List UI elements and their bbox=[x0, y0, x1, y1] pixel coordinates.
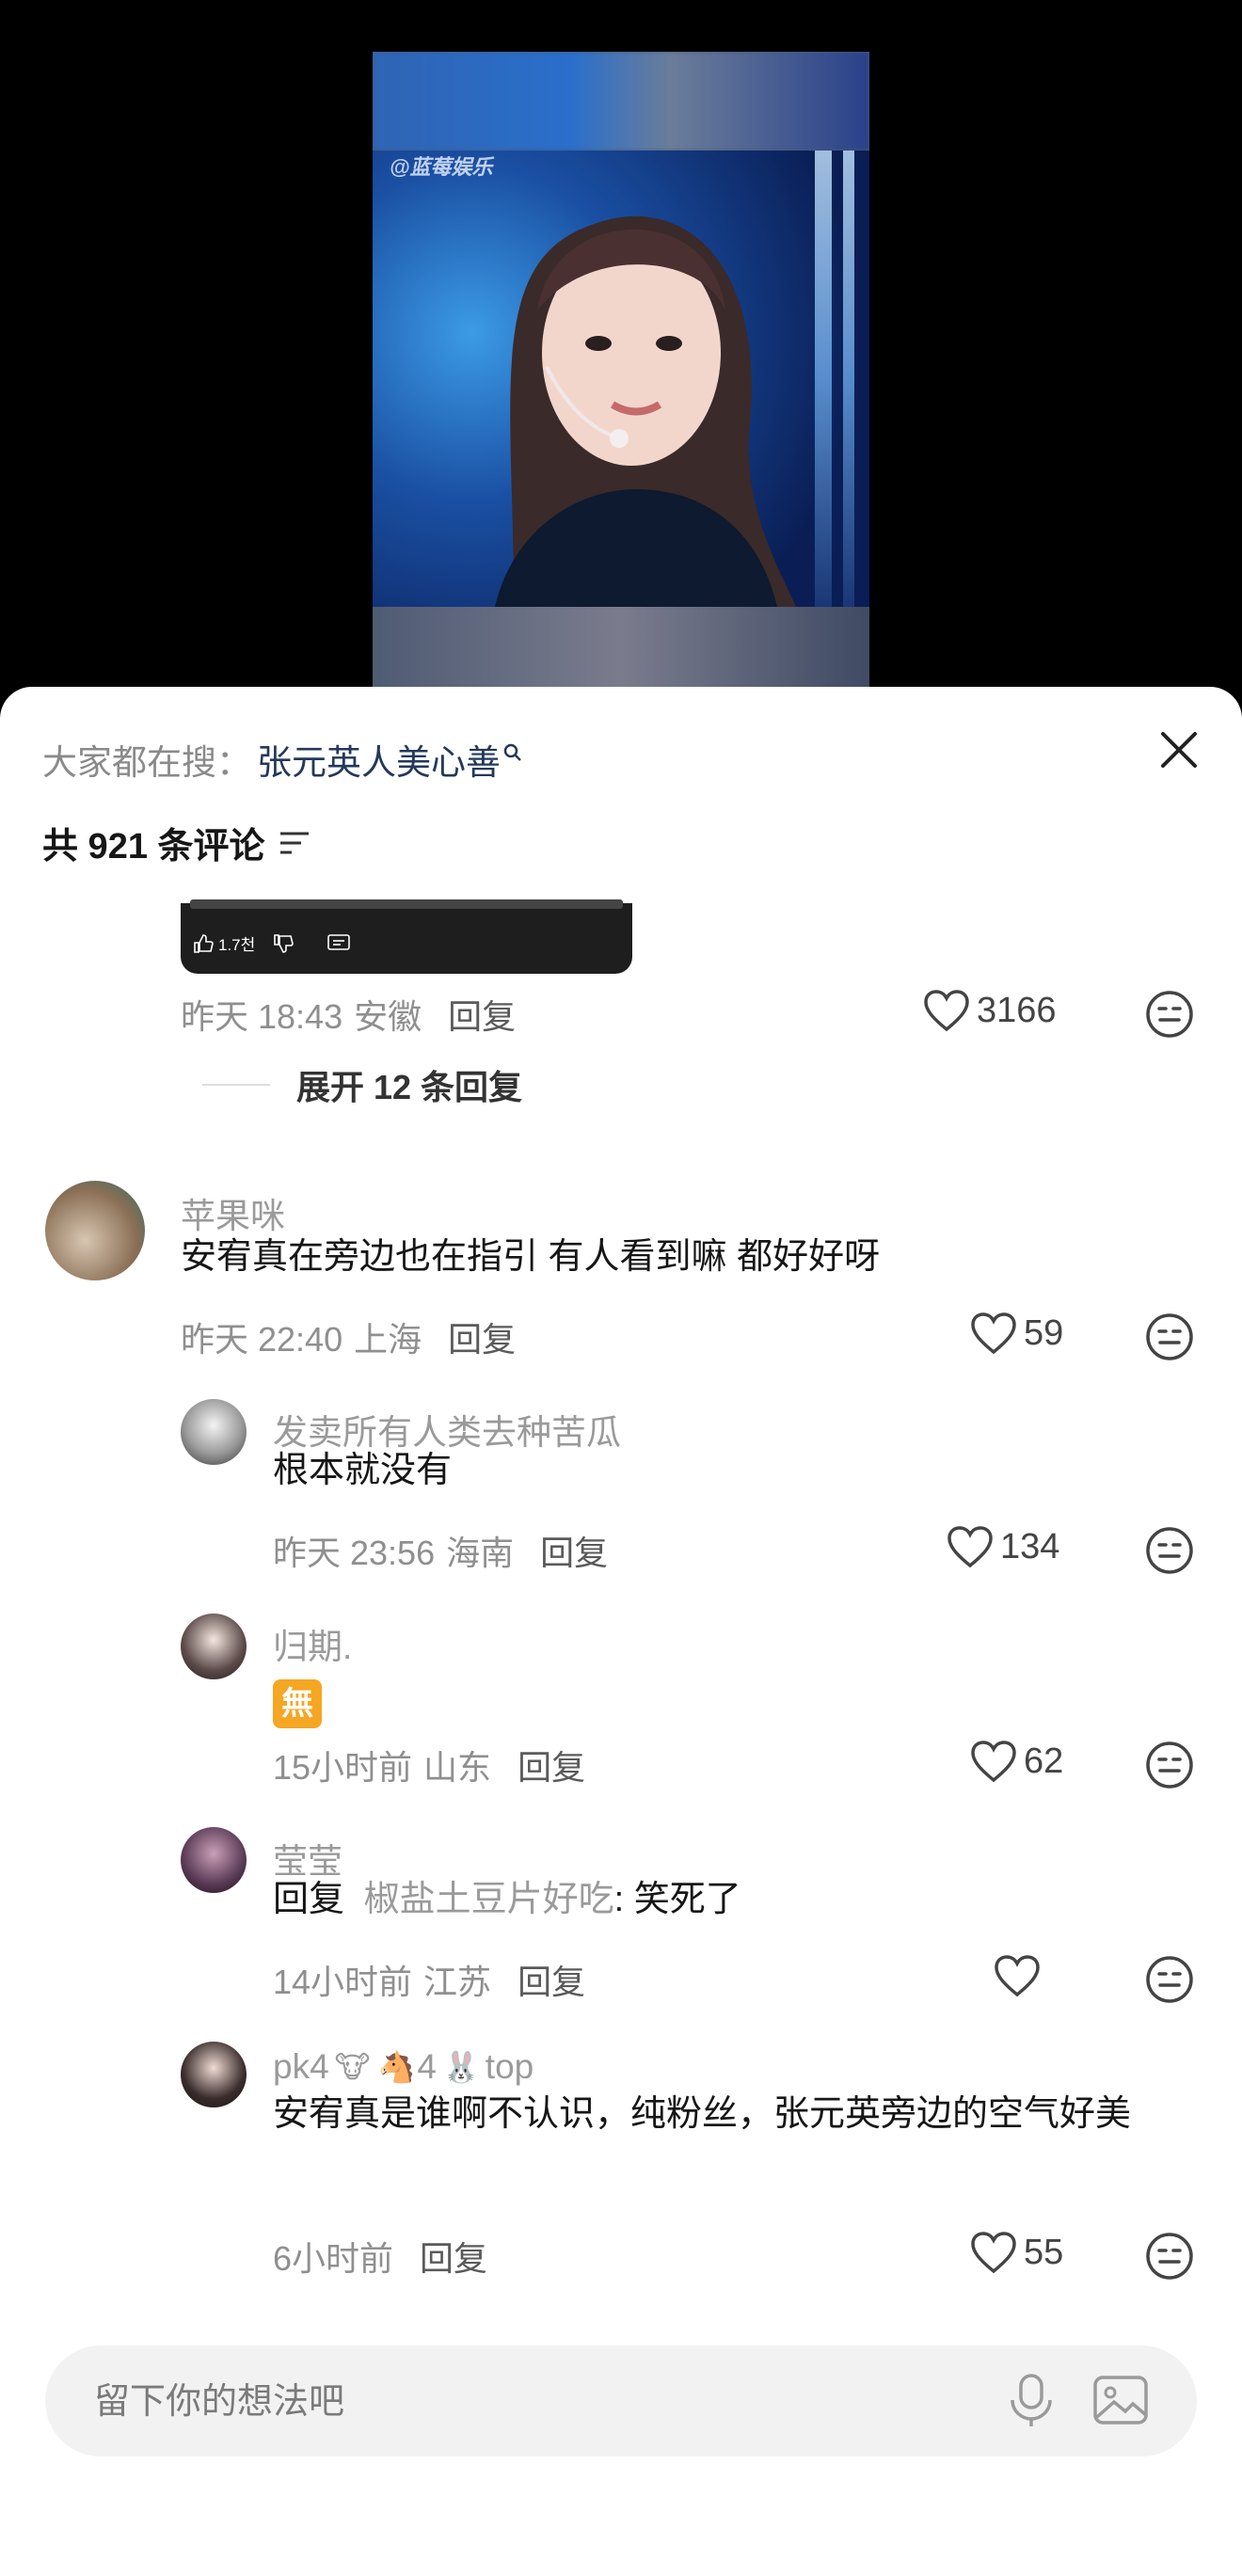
video-scene bbox=[373, 151, 869, 607]
horse-emoji-icon: 🐴 bbox=[377, 2050, 416, 2084]
comment-count-row[interactable]: 共 921 条评论 bbox=[42, 817, 310, 868]
trending-prefix: 大家都在搜： bbox=[42, 743, 251, 782]
reply-username-row[interactable]: pk4 🐮 🐴 4 🐰 top bbox=[273, 2047, 533, 2087]
screenshot-like: 1.7천 bbox=[192, 931, 255, 955]
like-button[interactable]: 134 bbox=[946, 1524, 1059, 1569]
reply-meta: 14小时前 江苏 回复 bbox=[273, 1955, 585, 2004]
avatar[interactable] bbox=[181, 1614, 247, 1679]
thumbs-down-icon bbox=[274, 933, 295, 953]
reply-location: 山东 bbox=[423, 1748, 492, 1787]
like-button[interactable]: 55 bbox=[969, 2230, 1063, 2275]
comment-time: 昨天 22:40 bbox=[181, 1320, 343, 1359]
expand-divider bbox=[202, 1084, 270, 1086]
meh-face-icon[interactable] bbox=[1144, 1312, 1195, 1362]
reply-text: 安宥真是谁啊不认识，纯粉丝，张元英旁边的空气好美 bbox=[273, 2094, 1132, 2134]
reply-bubble-icon bbox=[327, 933, 351, 950]
cow-emoji-icon: 🐮 bbox=[334, 2050, 371, 2084]
reply-username[interactable]: 归期. bbox=[273, 1618, 352, 1669]
close-icon[interactable] bbox=[1155, 726, 1202, 773]
like-count: 3166 bbox=[977, 990, 1057, 1030]
badge-text: top bbox=[485, 2047, 534, 2086]
reply-button[interactable]: 回复 bbox=[448, 1312, 516, 1361]
video-blur-bottom bbox=[373, 607, 869, 687]
video-watermark: @蓝莓娱乐 bbox=[390, 155, 493, 179]
comment-count: 共 921 条评论 bbox=[42, 827, 265, 867]
avatar[interactable] bbox=[181, 1399, 247, 1465]
reply-button[interactable]: 回复 bbox=[540, 1526, 608, 1575]
like-count: 134 bbox=[1000, 1526, 1060, 1566]
heart-icon bbox=[924, 990, 969, 1032]
meh-face-icon[interactable] bbox=[1144, 1954, 1195, 2005]
reply-meta: 昨天 23:56 海南 回复 bbox=[273, 1526, 608, 1575]
badge-number: 4 bbox=[417, 2047, 437, 2086]
reply-button[interactable]: 回复 bbox=[448, 990, 516, 1039]
image-icon[interactable] bbox=[1091, 2372, 1150, 2428]
comment-input[interactable] bbox=[92, 2345, 943, 2458]
thumbs-up-icon bbox=[194, 933, 214, 953]
reply-prefix: 回复 bbox=[273, 1880, 345, 1919]
reply-button[interactable]: 回复 bbox=[420, 2232, 487, 2281]
rabbit-emoji-icon: 🐰 bbox=[441, 2050, 480, 2084]
heart-icon bbox=[995, 1955, 1040, 1997]
meh-face-icon[interactable] bbox=[1144, 1740, 1195, 1790]
reply-username: pk4 bbox=[273, 2047, 329, 2086]
reply-text-row: 回复 椒盐土豆片好吃: 笑死了 bbox=[273, 1868, 741, 1931]
comment-time: 昨天 18:43 bbox=[181, 997, 343, 1036]
meh-face-icon[interactable] bbox=[1144, 989, 1195, 1040]
like-count: 59 bbox=[1024, 1312, 1064, 1353]
microphone-icon[interactable] bbox=[1005, 2372, 1058, 2428]
reply-time: 6小时前 bbox=[273, 2239, 394, 2278]
reply-text: 根本就没有 bbox=[273, 1451, 453, 1490]
reply-button[interactable]: 回复 bbox=[518, 1741, 585, 1789]
video-player[interactable]: @蓝莓娱乐 bbox=[0, 0, 1242, 696]
heart-icon bbox=[947, 1526, 993, 1568]
screenshot-cropped-text bbox=[190, 899, 623, 909]
comment-location: 上海 bbox=[354, 1320, 422, 1359]
video-blur-top bbox=[373, 52, 869, 151]
comment-input-bar[interactable] bbox=[45, 2345, 1197, 2458]
like-button[interactable]: 62 bbox=[969, 1739, 1063, 1784]
reply-to-username[interactable]: 椒盐土豆片好吃 bbox=[364, 1880, 614, 1919]
comment-text: 安宥真在旁边也在指引 有人看到嘛 都好好呀 bbox=[181, 1237, 881, 1277]
heart-icon bbox=[971, 1312, 1016, 1355]
screenshot-like-count: 1.7천 bbox=[218, 936, 256, 954]
heart-icon bbox=[971, 2232, 1016, 2274]
reply-button[interactable]: 回复 bbox=[518, 1955, 585, 2004]
comment-location: 安徽 bbox=[354, 997, 422, 1036]
meh-face-icon[interactable] bbox=[1144, 2231, 1195, 2282]
reply-meta: 6小时前 回复 bbox=[273, 2232, 487, 2281]
avatar[interactable] bbox=[181, 2042, 247, 2107]
comment-meta: 昨天 22:40 上海 回复 bbox=[181, 1312, 516, 1361]
avatar[interactable] bbox=[45, 1181, 145, 1280]
video-frame[interactable]: @蓝莓娱乐 bbox=[373, 52, 869, 687]
avatar[interactable] bbox=[181, 1827, 247, 1893]
like-button[interactable]: 3166 bbox=[922, 988, 1057, 1033]
heart-icon bbox=[971, 1741, 1016, 1783]
like-count: 55 bbox=[1024, 2232, 1064, 2272]
trending-search-bar[interactable]: 大家都在搜： 张元英人美心善 bbox=[42, 734, 523, 785]
reply-location: 江苏 bbox=[423, 1963, 492, 2001]
meh-face-icon[interactable] bbox=[1144, 1525, 1195, 1576]
like-button[interactable] bbox=[993, 1953, 1047, 1998]
like-button[interactable]: 59 bbox=[969, 1311, 1063, 1356]
reply-meta: 15小时前 山东 回复 bbox=[273, 1741, 585, 1789]
comment-image-screenshot[interactable]: 1.7천 bbox=[181, 899, 632, 974]
comment-sheet: 大家都在搜： 张元英人美心善 共 921 条评论 1.7천 昨天 18:43 安… bbox=[0, 687, 1242, 2576]
expand-replies-button[interactable]: 展开 12 条回复 bbox=[202, 1060, 522, 1109]
reply-location: 海南 bbox=[446, 1534, 515, 1572]
reply-time: 14小时前 bbox=[273, 1963, 413, 2001]
search-icon bbox=[503, 743, 521, 761]
screenshot-action-row: 1.7천 bbox=[192, 931, 353, 955]
reply-time: 15小时前 bbox=[273, 1748, 413, 1787]
sort-icon[interactable] bbox=[279, 830, 310, 856]
performer-figure bbox=[495, 215, 796, 607]
reply-time: 昨天 23:56 bbox=[273, 1534, 436, 1572]
emoji-sticker: 無 bbox=[273, 1679, 322, 1728]
expand-label: 展开 12 条回复 bbox=[296, 1068, 523, 1106]
like-count: 62 bbox=[1024, 1741, 1064, 1781]
trending-query-link[interactable]: 张元英人美心善 bbox=[257, 734, 501, 785]
reply-text: : 笑死了 bbox=[613, 1880, 741, 1919]
top-comment-meta: 昨天 18:43 安徽 回复 bbox=[181, 990, 516, 1039]
